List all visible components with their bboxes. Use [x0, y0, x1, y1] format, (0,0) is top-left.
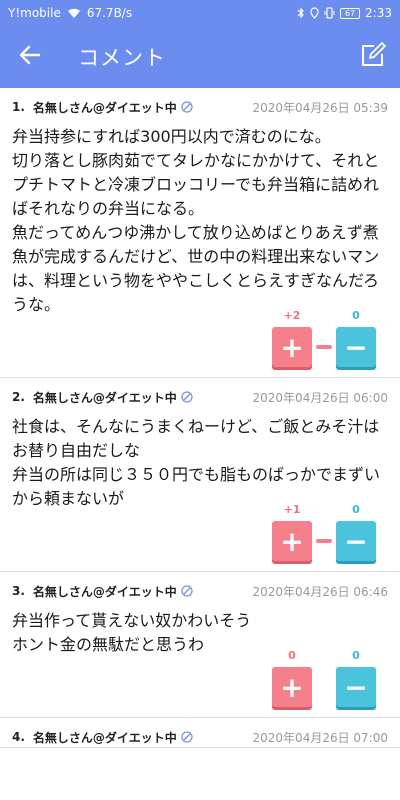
comment-item: 4. 名無しさん@ダイエット中 2020年04月26日 07:00	[0, 718, 400, 748]
comment-item: 3. 名無しさん@ダイエット中 2020年04月26日 06:46 弁当作って貰…	[0, 572, 400, 718]
minus-count: 0	[352, 649, 360, 662]
comment-author[interactable]: 名無しさん@ダイエット中	[33, 583, 177, 600]
comment-item: 1. 名無しさん@ダイエット中 2020年04月26日 05:39 弁当持参にす…	[0, 88, 400, 378]
status-bar: Y!mobile 67.7B/s 67 2:33	[0, 0, 400, 26]
comment-number: 3.	[12, 584, 25, 598]
comment-author[interactable]: 名無しさん@ダイエット中	[33, 389, 177, 406]
vote-ratio-bar	[316, 345, 332, 349]
comment-body: 社食は、そんなにうまくねーけど、ご飯とみそ汁はお替り自由だしな 弁当の所は同じ３…	[12, 417, 381, 508]
vote-group: +2 0 + −	[272, 309, 376, 367]
compose-button[interactable]	[358, 42, 388, 72]
location-icon	[310, 7, 319, 19]
comment-number: 4.	[12, 730, 25, 744]
clock: 2:33	[365, 6, 392, 20]
comment-date: 2020年04月26日 07:00	[252, 730, 388, 745]
comment-body: 弁当持参にすれば300円以内で済むのにな。 切り落とし豚肉茹でてタレかなにかかけ…	[12, 127, 380, 314]
vote-group: 0 0 + −	[272, 649, 376, 707]
plus-vote-button[interactable]: +	[272, 327, 312, 367]
verified-icon	[181, 731, 193, 743]
comment-header: 2. 名無しさん@ダイエット中 2020年04月26日 06:00	[12, 387, 388, 407]
verified-icon	[181, 101, 193, 113]
comment-header: 3. 名無しさん@ダイエット中 2020年04月26日 06:46	[12, 581, 388, 601]
plus-count: +2	[283, 309, 301, 322]
comment-header: 1. 名無しさん@ダイエット中 2020年04月26日 05:39	[12, 97, 388, 117]
comment-date: 2020年04月26日 06:00	[252, 390, 388, 405]
comment-item: 2. 名無しさん@ダイエット中 2020年04月26日 06:00 社食は、そん…	[0, 378, 400, 572]
network-speed: 67.7B/s	[86, 6, 133, 20]
comment-author[interactable]: 名無しさん@ダイエット中	[33, 99, 177, 116]
verified-icon	[181, 585, 193, 597]
arrow-left-icon	[19, 45, 41, 69]
comment-author[interactable]: 名無しさん@ダイエット中	[33, 729, 177, 746]
minus-vote-button[interactable]: −	[336, 327, 376, 367]
compose-icon	[359, 41, 387, 73]
wifi-icon	[67, 8, 81, 19]
comment-list[interactable]: 1. 名無しさん@ダイエット中 2020年04月26日 05:39 弁当持参にす…	[0, 88, 400, 800]
comment-header: 4. 名無しさん@ダイエット中 2020年04月26日 07:00	[12, 727, 388, 747]
minus-count: 0	[352, 309, 360, 322]
plus-vote-button[interactable]: +	[272, 521, 312, 561]
vote-area: 0 0 + −	[12, 649, 388, 717]
back-button[interactable]	[0, 26, 60, 88]
carrier-label: Y!mobile	[8, 6, 61, 20]
vote-ratio-bar	[316, 539, 332, 543]
minus-vote-button[interactable]: −	[336, 667, 376, 707]
battery-icon: 67	[340, 7, 361, 19]
page-title: コメント	[78, 46, 166, 70]
vote-area: +1 0 + −	[12, 503, 388, 571]
plus-vote-button[interactable]: +	[272, 667, 312, 707]
app-bar: コメント	[0, 26, 400, 88]
vibrate-icon	[324, 7, 335, 19]
comment-number: 1.	[12, 100, 25, 114]
vote-area: +2 0 + −	[12, 309, 388, 377]
minus-count: 0	[352, 503, 360, 516]
plus-count: 0	[288, 649, 296, 662]
verified-icon	[181, 391, 193, 403]
minus-vote-button[interactable]: −	[336, 521, 376, 561]
comment-number: 2.	[12, 390, 25, 404]
comment-date: 2020年04月26日 06:46	[252, 584, 388, 599]
vote-group: +1 0 + −	[272, 503, 376, 561]
comment-date: 2020年04月26日 05:39	[252, 100, 388, 115]
plus-count: +1	[283, 503, 301, 516]
bluetooth-icon	[297, 7, 305, 19]
